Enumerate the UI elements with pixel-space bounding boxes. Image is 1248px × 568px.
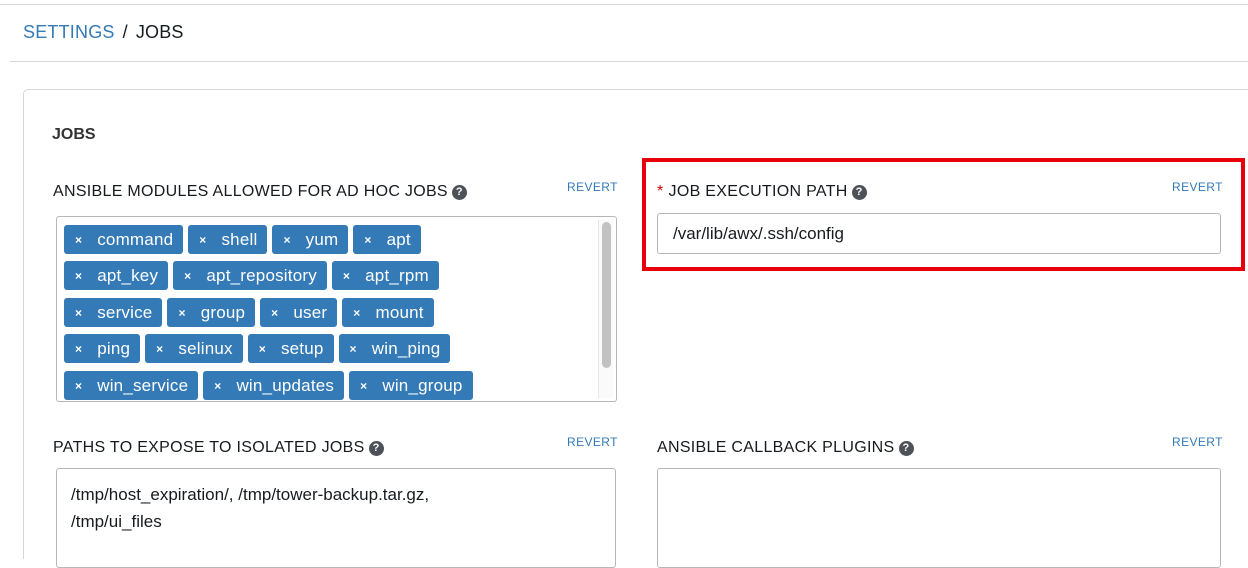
ansible-modules-label-text: ANSIBLE MODULES ALLOWED FOR AD HOC JOBS bbox=[53, 183, 448, 200]
module-tag[interactable]: × mount bbox=[342, 297, 434, 327]
close-icon[interactable]: × bbox=[75, 269, 82, 283]
close-icon[interactable]: × bbox=[271, 306, 278, 320]
module-tag-label: win_group bbox=[382, 375, 463, 395]
paths-to-expose-label-text: PATHS TO EXPOSE TO ISOLATED JOBS bbox=[53, 439, 365, 456]
paths-to-expose-line-1: /tmp/host_expiration/, /tmp/tower-backup… bbox=[71, 485, 430, 504]
module-tag[interactable]: × ping bbox=[64, 334, 141, 364]
section-title: JOBS bbox=[52, 126, 96, 143]
module-tag-label: win_service bbox=[97, 375, 189, 395]
module-tag[interactable]: × user bbox=[260, 297, 338, 327]
module-tag-label: yum bbox=[305, 230, 339, 249]
paths-to-expose-revert-link[interactable]: REVERT bbox=[567, 435, 618, 449]
close-icon[interactable]: × bbox=[364, 233, 371, 247]
scrollbar-track[interactable] bbox=[598, 220, 613, 398]
close-icon[interactable]: × bbox=[214, 379, 221, 393]
module-tag-label: win_ping bbox=[371, 339, 441, 359]
tag-row: × win_service × win_updates × win_group bbox=[64, 370, 594, 401]
close-icon[interactable]: × bbox=[75, 342, 82, 356]
module-tag-label: user bbox=[293, 302, 328, 322]
close-icon[interactable]: × bbox=[283, 233, 290, 247]
close-icon[interactable]: × bbox=[360, 379, 367, 393]
module-tag[interactable]: × apt_rpm bbox=[331, 261, 439, 291]
module-tag[interactable]: × setup bbox=[247, 334, 334, 364]
breadcrumb-settings-link[interactable]: SETTINGS bbox=[23, 22, 115, 42]
module-tag[interactable]: × selinux bbox=[145, 334, 243, 364]
module-tag-label: command bbox=[97, 230, 174, 249]
close-icon[interactable]: × bbox=[353, 306, 360, 320]
module-tag[interactable]: × win_ping bbox=[338, 334, 451, 364]
ansible-modules-revert-link[interactable]: REVERT bbox=[567, 180, 618, 194]
module-tag-label: service bbox=[97, 302, 153, 322]
tag-list: × command × shell × yum × apt × apt_key × apt_repos… bbox=[64, 225, 594, 401]
module-tag[interactable]: × win_updates bbox=[203, 370, 345, 400]
close-icon[interactable]: × bbox=[156, 342, 163, 356]
breadcrumb-divider bbox=[10, 61, 1248, 62]
question-circle-icon[interactable]: ? bbox=[898, 441, 914, 456]
module-tag[interactable]: × apt bbox=[353, 225, 421, 254]
module-tag[interactable]: × win_service bbox=[64, 370, 199, 400]
paths-to-expose-label: PATHS TO EXPOSE TO ISOLATED JOBS? bbox=[53, 439, 384, 457]
module-tag[interactable]: × service bbox=[64, 297, 163, 327]
question-circle-icon[interactable]: ? bbox=[451, 185, 467, 200]
tag-row: × command × shell × yum × apt bbox=[64, 225, 594, 261]
question-circle-icon[interactable]: ? bbox=[368, 441, 384, 456]
module-tag[interactable]: × win_group bbox=[349, 370, 473, 400]
breadcrumb: SETTINGS / JOBS bbox=[23, 22, 184, 43]
module-tag-label: apt_repository bbox=[206, 266, 317, 286]
module-tag-label: win_updates bbox=[236, 375, 335, 395]
ansible-modules-multiselect[interactable]: × command × shell × yum × apt × apt_key × apt_repos… bbox=[56, 216, 617, 402]
module-tag[interactable]: × apt_key bbox=[64, 261, 169, 291]
module-tag-label: setup bbox=[280, 339, 324, 359]
tag-row: × ping × selinux × setup × win_ping bbox=[64, 334, 594, 370]
module-tag-label: apt_rpm bbox=[365, 266, 429, 286]
module-tag-label: shell bbox=[221, 230, 258, 249]
module-tag-label: group bbox=[200, 302, 246, 322]
close-icon[interactable]: × bbox=[184, 269, 191, 283]
ansible-modules-label: ANSIBLE MODULES ALLOWED FOR AD HOC JOBS? bbox=[53, 183, 467, 201]
module-tag[interactable]: × yum bbox=[272, 225, 349, 254]
breadcrumb-current: JOBS bbox=[135, 22, 184, 42]
paths-to-expose-textarea[interactable]: /tmp/host_expiration/, /tmp/tower-backup… bbox=[56, 468, 616, 568]
callback-plugins-label: ANSIBLE CALLBACK PLUGINS? bbox=[657, 439, 914, 457]
module-tag-label: ping bbox=[97, 339, 131, 359]
close-icon[interactable]: × bbox=[75, 379, 82, 393]
close-icon[interactable]: × bbox=[178, 306, 185, 320]
close-icon[interactable]: × bbox=[259, 342, 266, 356]
module-tag-label: apt bbox=[386, 230, 411, 249]
tag-row: × apt_key × apt_repository × apt_rpm bbox=[64, 261, 594, 297]
callback-plugins-label-text: ANSIBLE CALLBACK PLUGINS bbox=[657, 439, 895, 456]
module-tag[interactable]: × group bbox=[167, 297, 256, 327]
scrollbar-thumb[interactable] bbox=[602, 222, 611, 368]
top-divider bbox=[0, 4, 1248, 5]
module-tag-label: apt_key bbox=[97, 266, 159, 286]
close-icon[interactable]: × bbox=[343, 269, 350, 283]
module-tag-label: selinux bbox=[178, 339, 233, 359]
paths-to-expose-line-2: /tmp/ui_files bbox=[71, 512, 162, 531]
breadcrumb-separator: / bbox=[122, 22, 128, 42]
close-icon[interactable]: × bbox=[75, 306, 82, 320]
module-tag-label: mount bbox=[375, 302, 424, 322]
module-tag[interactable]: × apt_repository bbox=[173, 261, 327, 291]
callback-plugins-revert-link[interactable]: REVERT bbox=[1172, 435, 1223, 449]
close-icon[interactable]: × bbox=[350, 342, 357, 356]
tag-row: × service × group × user × mount bbox=[64, 297, 594, 334]
callback-plugins-textarea[interactable] bbox=[657, 468, 1221, 568]
close-icon[interactable]: × bbox=[75, 233, 82, 247]
close-icon[interactable]: × bbox=[199, 233, 206, 247]
highlight-box bbox=[642, 158, 1245, 271]
module-tag[interactable]: × shell bbox=[188, 225, 268, 254]
module-tag[interactable]: × command bbox=[64, 225, 184, 254]
